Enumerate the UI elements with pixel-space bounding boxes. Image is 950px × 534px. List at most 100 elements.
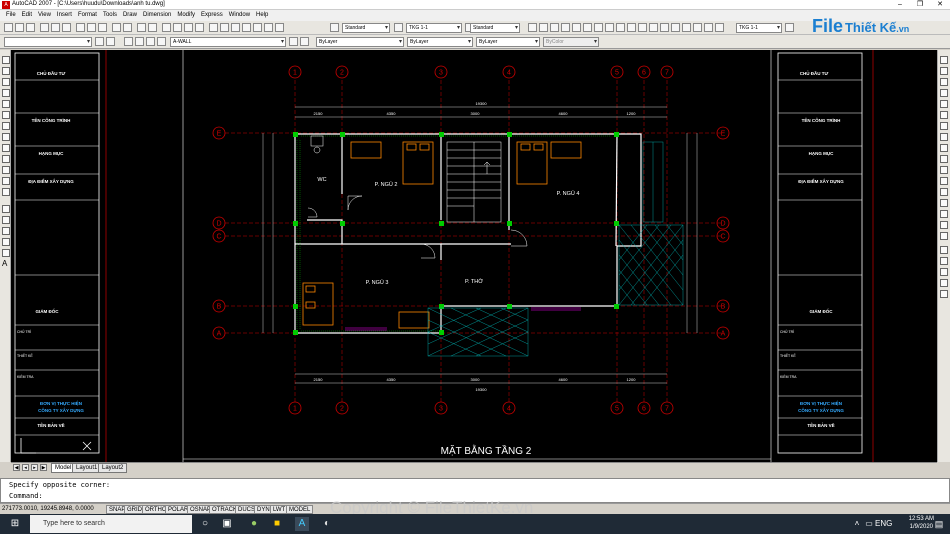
layer-manager-icon[interactable] bbox=[124, 37, 133, 46]
break-at-point-icon[interactable] bbox=[940, 177, 948, 185]
dim-arc-icon[interactable] bbox=[550, 23, 559, 32]
windows-start-icon[interactable]: ⊞ bbox=[8, 517, 22, 531]
layer-previous-icon[interactable] bbox=[300, 37, 309, 46]
construction-line-icon[interactable] bbox=[2, 67, 10, 75]
chamfer-icon[interactable] bbox=[940, 210, 948, 218]
inspection-icon[interactable] bbox=[693, 23, 702, 32]
point-icon[interactable] bbox=[2, 205, 10, 213]
layer-on-icon[interactable] bbox=[135, 37, 144, 46]
undo-icon[interactable] bbox=[137, 23, 146, 32]
tolerance-icon[interactable] bbox=[671, 23, 680, 32]
menu-modify[interactable]: Modify bbox=[174, 10, 198, 21]
language-indicator[interactable]: ENG bbox=[875, 517, 892, 531]
copy-icon[interactable] bbox=[87, 23, 96, 32]
stretch-icon[interactable] bbox=[940, 144, 948, 152]
layer-freeze-icon[interactable] bbox=[146, 37, 155, 46]
move-icon[interactable] bbox=[940, 111, 948, 119]
menu-format[interactable]: Format bbox=[75, 10, 100, 21]
close-button[interactable]: ✕ bbox=[930, 0, 950, 10]
cortana-icon[interactable]: ○ bbox=[198, 517, 212, 531]
menu-tools[interactable]: Tools bbox=[100, 10, 120, 21]
block-editor-icon[interactable] bbox=[123, 23, 132, 32]
tab-layout2[interactable]: Layout2 bbox=[98, 463, 128, 473]
open-icon[interactable] bbox=[15, 23, 24, 32]
save-icon[interactable] bbox=[26, 23, 35, 32]
menu-express[interactable]: Express bbox=[198, 10, 226, 21]
gradient-icon[interactable] bbox=[2, 227, 10, 235]
ellipse-arc-icon[interactable] bbox=[2, 166, 10, 174]
dim-continue-icon[interactable] bbox=[638, 23, 647, 32]
table-icon[interactable] bbox=[2, 249, 10, 257]
dim-linear-icon[interactable] bbox=[528, 23, 537, 32]
draw-order-icon[interactable] bbox=[940, 246, 948, 254]
layer-combo[interactable]: A-WALL bbox=[170, 37, 286, 47]
insert-block-icon[interactable] bbox=[2, 177, 10, 185]
paste-icon[interactable] bbox=[98, 23, 107, 32]
zoom-realtime-icon[interactable] bbox=[173, 23, 182, 32]
taskbar-clock[interactable]: 12:53 AM 1/9/2020 bbox=[909, 515, 934, 531]
dim-aligned-icon[interactable] bbox=[539, 23, 548, 32]
redo-icon[interactable] bbox=[148, 23, 157, 32]
properties-icon[interactable] bbox=[209, 23, 218, 32]
trim-icon[interactable] bbox=[940, 155, 948, 163]
tab-layout1[interactable]: Layout1 bbox=[72, 463, 102, 473]
line-icon[interactable] bbox=[2, 56, 10, 64]
quick-dim-icon[interactable] bbox=[616, 23, 625, 32]
copy-object-icon[interactable] bbox=[940, 67, 948, 75]
autocad-app-icon[interactable]: A bbox=[2, 1, 10, 9]
polyline-icon[interactable] bbox=[2, 78, 10, 86]
workspace-settings-icon[interactable] bbox=[95, 37, 104, 46]
network-icon[interactable]: ▭ bbox=[862, 517, 876, 531]
multileader-style-combo[interactable]: TKG 1-1 bbox=[736, 23, 782, 33]
revcloud-icon[interactable] bbox=[2, 133, 10, 141]
minimize-button[interactable]: – bbox=[890, 0, 910, 10]
text-style-combo[interactable]: Standard bbox=[342, 23, 390, 33]
workspace-save-icon[interactable] bbox=[106, 37, 115, 46]
app-taskbar-icon[interactable]: ◐ bbox=[320, 517, 334, 531]
menu-file[interactable]: File bbox=[0, 10, 19, 21]
linetype-combo[interactable]: ByLayer bbox=[407, 37, 473, 47]
dim-space-icon[interactable] bbox=[649, 23, 658, 32]
autocad-taskbar-icon[interactable]: A bbox=[295, 517, 309, 531]
zoom-previous-icon[interactable] bbox=[195, 23, 204, 32]
menu-draw[interactable]: Draw bbox=[120, 10, 140, 21]
rectangle-icon[interactable] bbox=[2, 100, 10, 108]
menu-insert[interactable]: Insert bbox=[54, 10, 75, 21]
jogged-linear-icon[interactable] bbox=[704, 23, 713, 32]
menu-window[interactable]: Window bbox=[226, 10, 253, 21]
ellipse-icon[interactable] bbox=[2, 155, 10, 163]
dim-ordinate-icon[interactable] bbox=[561, 23, 570, 32]
fillet-icon[interactable] bbox=[940, 221, 948, 229]
dim-angular-icon[interactable] bbox=[605, 23, 614, 32]
cut-icon[interactable] bbox=[76, 23, 85, 32]
first-tab-arrow-icon[interactable]: ◀ bbox=[13, 464, 20, 471]
color-combo[interactable]: ByLayer bbox=[316, 37, 404, 47]
matchprop-icon[interactable] bbox=[112, 23, 121, 32]
markup-icon[interactable] bbox=[253, 23, 262, 32]
dim-radius-icon[interactable] bbox=[572, 23, 581, 32]
mirror-icon[interactable] bbox=[940, 78, 948, 86]
dim-baseline-icon[interactable] bbox=[627, 23, 636, 32]
layer-lock-icon[interactable] bbox=[157, 37, 166, 46]
erase-icon[interactable] bbox=[940, 56, 948, 64]
new-icon[interactable] bbox=[4, 23, 13, 32]
help-icon[interactable] bbox=[275, 23, 284, 32]
workspace-combo[interactable] bbox=[4, 37, 92, 47]
menu-dimension[interactable]: Dimension bbox=[140, 10, 174, 21]
model-toggle[interactable]: MODEL bbox=[286, 505, 314, 514]
menu-edit[interactable]: Edit bbox=[19, 10, 35, 21]
menu-view[interactable]: View bbox=[35, 10, 54, 21]
spline-icon[interactable] bbox=[2, 144, 10, 152]
polygon-icon[interactable] bbox=[2, 89, 10, 97]
lineweight-combo[interactable]: ByLayer bbox=[476, 37, 540, 47]
last-tab-arrow-icon[interactable]: ▶ bbox=[40, 464, 47, 471]
browser-icon[interactable]: ● bbox=[247, 517, 261, 531]
hatch-icon[interactable] bbox=[2, 216, 10, 224]
plot-icon[interactable] bbox=[40, 23, 49, 32]
next-tab-arrow-icon[interactable]: ▸ bbox=[31, 464, 38, 471]
extend-icon[interactable] bbox=[940, 166, 948, 174]
publish-icon[interactable] bbox=[62, 23, 71, 32]
command-prompt[interactable]: Command: bbox=[9, 492, 43, 500]
make-current-layer-icon[interactable] bbox=[289, 37, 298, 46]
drawing-canvas[interactable]: CHỦ ĐẦU TƯ TÊN CÔNG TRÌNH HẠNG MỤC ĐỊA Đ… bbox=[11, 50, 937, 462]
